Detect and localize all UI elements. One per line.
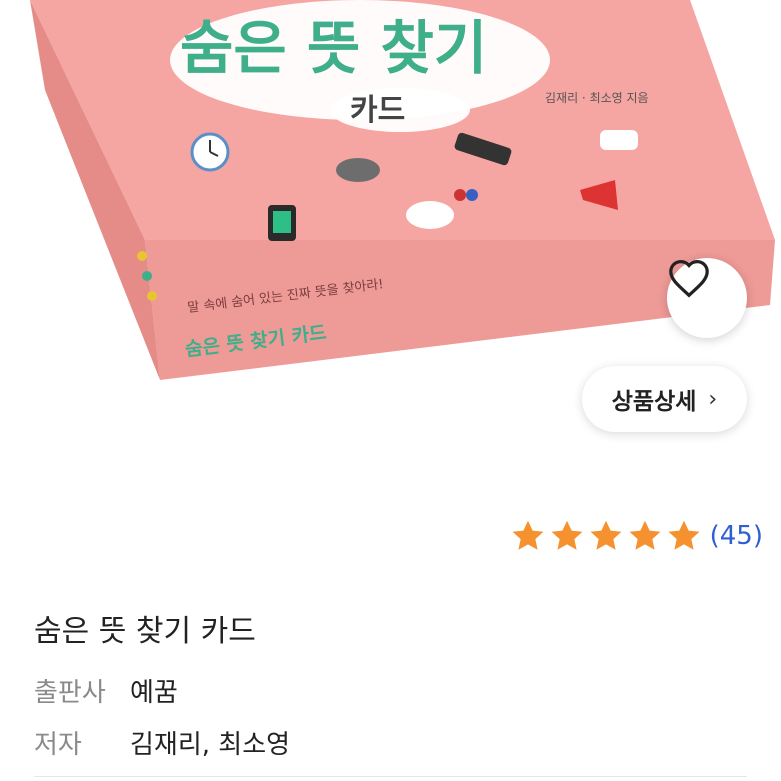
author-label: 저자 (34, 730, 82, 760)
box-authors-text: 김재리 · 최소영 지음 (545, 91, 649, 105)
favorite-button[interactable] (667, 258, 747, 338)
product-detail-button[interactable]: 상품상세 › (582, 366, 747, 432)
product-title: 숨은 뜻 찾기 카드 (34, 614, 256, 649)
cake-icon (600, 130, 638, 150)
product-image[interactable]: 숨은 뜻 찾기 카드 김재리 · 최소영 지음 말 속에 숨어 있는 진짜 뜻을… (0, 0, 781, 470)
divider (34, 776, 747, 777)
star-icon (590, 520, 622, 550)
author-row: 저자 김재리, 최소영 (34, 724, 290, 761)
author-value: 김재리, 최소영 (130, 730, 291, 760)
person-icon (454, 189, 466, 201)
rating-summary[interactable]: (45) (507, 514, 763, 558)
publisher-value: 예꿈 (130, 678, 178, 708)
star-icon (551, 520, 583, 550)
box-subtitle-text: 카드 (350, 93, 405, 128)
gamepad-icon (336, 158, 380, 182)
chevron-right-icon: › (708, 386, 718, 412)
toilet-icon (406, 201, 454, 229)
product-detail-label: 상품상세 (611, 389, 697, 415)
star-rating (507, 518, 702, 554)
review-count[interactable]: (45) (710, 521, 763, 551)
publisher-label: 출판사 (34, 678, 106, 708)
box-title-text: 숨은 뜻 찾기 (180, 14, 487, 82)
heart-outline-icon (669, 259, 709, 298)
star-icon (629, 520, 661, 550)
star-icon (512, 520, 544, 550)
star-icon (668, 520, 700, 550)
publisher-row: 출판사 예꿈 (34, 672, 178, 709)
